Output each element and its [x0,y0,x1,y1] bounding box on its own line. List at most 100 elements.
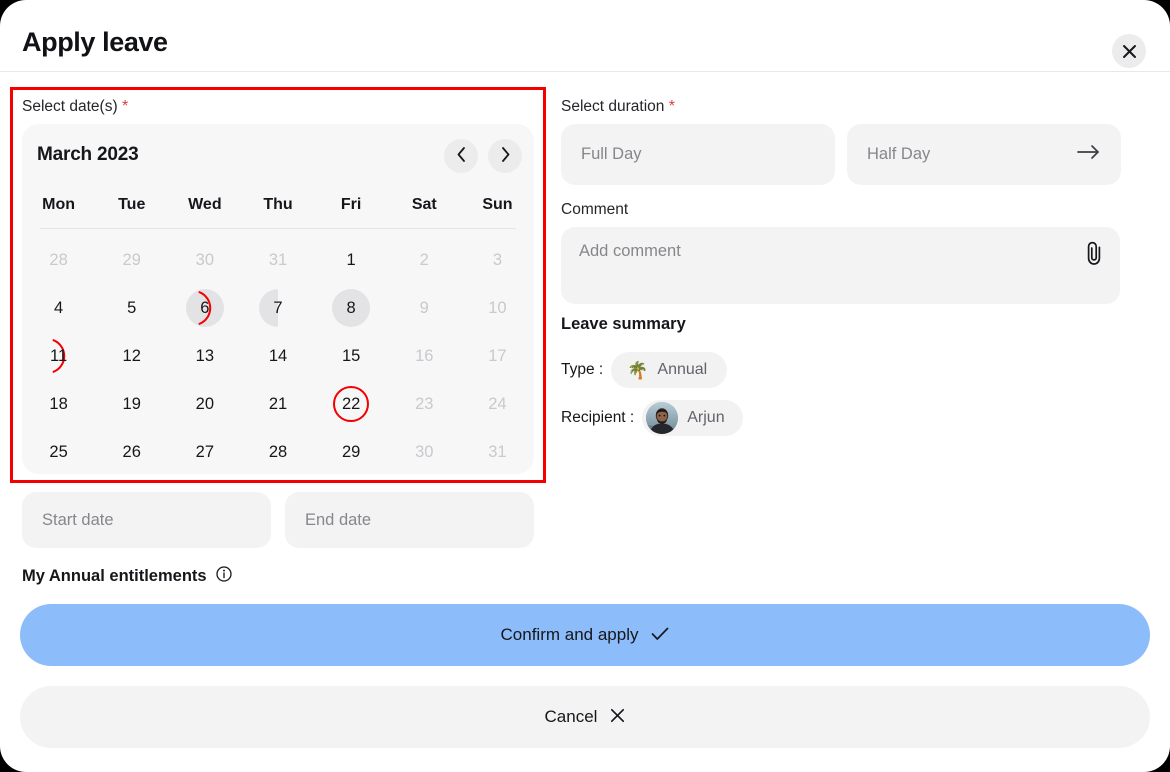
calendar-day[interactable]: 24 [461,380,534,428]
comment-box [561,227,1120,304]
calendar-day[interactable]: 13 [168,332,241,380]
required-marker: * [669,98,675,115]
calendar-day[interactable]: 23 [388,380,461,428]
start-date-input[interactable] [22,492,271,548]
summary-recipient-row: Recipient : [561,400,743,436]
end-date-input[interactable] [285,492,534,548]
cancel-button[interactable]: Cancel [20,686,1150,748]
calendar-day[interactable]: 12 [95,332,168,380]
comment-input[interactable] [561,227,1081,304]
calendar-day-number: 15 [342,347,360,366]
entitlements-label: My Annual entitlements [22,567,207,586]
calendar-day[interactable]: 4 [22,284,95,332]
calendar-day-number: 24 [488,395,506,414]
calendar-day-number: 4 [54,299,63,318]
calendar-day[interactable]: 29 [315,428,388,476]
palm-tree-icon: 🌴 [627,362,648,379]
calendar-day-number: 29 [342,443,360,462]
page-title: Apply leave [22,27,168,58]
calendar-day[interactable]: 29 [95,236,168,284]
close-button[interactable] [1112,34,1146,68]
weekday-sat: Sat [388,196,461,214]
calendar-day[interactable]: 21 [241,380,314,428]
calendar-day-number: 1 [347,251,356,270]
leave-type-pill[interactable]: 🌴 Annual [611,352,727,388]
required-marker: * [122,98,128,115]
calendar-day[interactable]: 19 [95,380,168,428]
calendar-day[interactable]: 25 [22,428,95,476]
calendar-day[interactable]: 28 [241,428,314,476]
calendar-day[interactable]: 5 [95,284,168,332]
calendar-month-year: March 2023 [37,144,139,166]
summary-type-row: Type : 🌴 Annual [561,352,727,388]
calendar-day[interactable]: 18 [22,380,95,428]
calendar-day[interactable]: 30 [388,428,461,476]
calendar-day[interactable]: 31 [461,428,534,476]
confirm-and-apply-button[interactable]: Confirm and apply [20,604,1150,666]
calendar-day[interactable]: 20 [168,380,241,428]
full-day-label: Full Day [581,145,642,164]
calendar-day-grid: 2829303112345678910111213141516171819202… [22,236,534,476]
arrow-right-icon [1077,144,1101,165]
calendar-day[interactable]: 31 [241,236,314,284]
calendar-day-number: 29 [123,251,141,270]
calendar-day-number: 12 [123,347,141,366]
close-icon [610,708,625,726]
calendar-day-number: 17 [488,347,506,366]
weekday-wed: Wed [168,196,241,214]
calendar-day-number: 25 [49,443,67,462]
calendar-day-number: 30 [196,251,214,270]
calendar-day-number: 28 [269,443,287,462]
calendar-day[interactable]: 6 [168,284,241,332]
calendar-day[interactable]: 2 [388,236,461,284]
calendar-day[interactable]: 3 [461,236,534,284]
calendar-day-number: 23 [415,395,433,414]
select-duration-label: Select duration * [561,98,675,116]
cancel-label: Cancel [545,707,598,727]
calendar-day-number: 21 [269,395,287,414]
calendar-day[interactable]: 9 [388,284,461,332]
half-day-option[interactable]: Half Day [847,124,1121,185]
summary-type-key: Type : [561,361,603,379]
calendar-day-number: 10 [488,299,506,318]
calendar-day-number: 14 [269,347,287,366]
calendar-day[interactable]: 28 [22,236,95,284]
calendar-day-number: 26 [123,443,141,462]
calendar-day[interactable]: 10 [461,284,534,332]
calendar-day-number: 16 [415,347,433,366]
calendar-day-number: 31 [488,443,506,462]
apply-leave-modal: Apply leave Select date(s) * March 2023 [0,0,1170,772]
calendar-day-number: 7 [273,299,282,318]
calendar-day[interactable]: 16 [388,332,461,380]
calendar-day-number: 13 [196,347,214,366]
calendar-day[interactable]: 7 [241,284,314,332]
duration-options: Full Day Half Day [561,124,1121,185]
calendar-day[interactable]: 14 [241,332,314,380]
calendar-day-number: 28 [49,251,67,270]
summary-recipient-key: Recipient : [561,409,634,427]
calendar-day[interactable]: 15 [315,332,388,380]
calendar-next-button[interactable] [488,139,522,173]
entitlements-row[interactable]: My Annual entitlements [22,566,232,587]
calendar-prev-button[interactable] [444,139,478,173]
calendar-day[interactable]: 17 [461,332,534,380]
weekday-sun: Sun [461,196,534,214]
calendar-day[interactable]: 1 [315,236,388,284]
info-icon[interactable] [216,566,232,587]
calendar-nav [444,139,522,173]
chevron-left-icon [457,147,466,165]
calendar-day-number: 30 [415,443,433,462]
calendar-day[interactable]: 26 [95,428,168,476]
calendar-day[interactable]: 8 [315,284,388,332]
paperclip-icon[interactable] [1080,239,1108,267]
calendar-day-number: 22 [342,395,360,414]
calendar-day[interactable]: 27 [168,428,241,476]
close-icon [1122,44,1137,59]
weekday-mon: Mon [22,196,95,214]
full-day-option[interactable]: Full Day [561,124,835,185]
recipient-pill[interactable]: Arjun [642,400,742,436]
calendar-divider [40,228,516,229]
calendar-day[interactable]: 30 [168,236,241,284]
calendar-day[interactable]: 11 [22,332,95,380]
calendar-day[interactable]: 22 [315,380,388,428]
